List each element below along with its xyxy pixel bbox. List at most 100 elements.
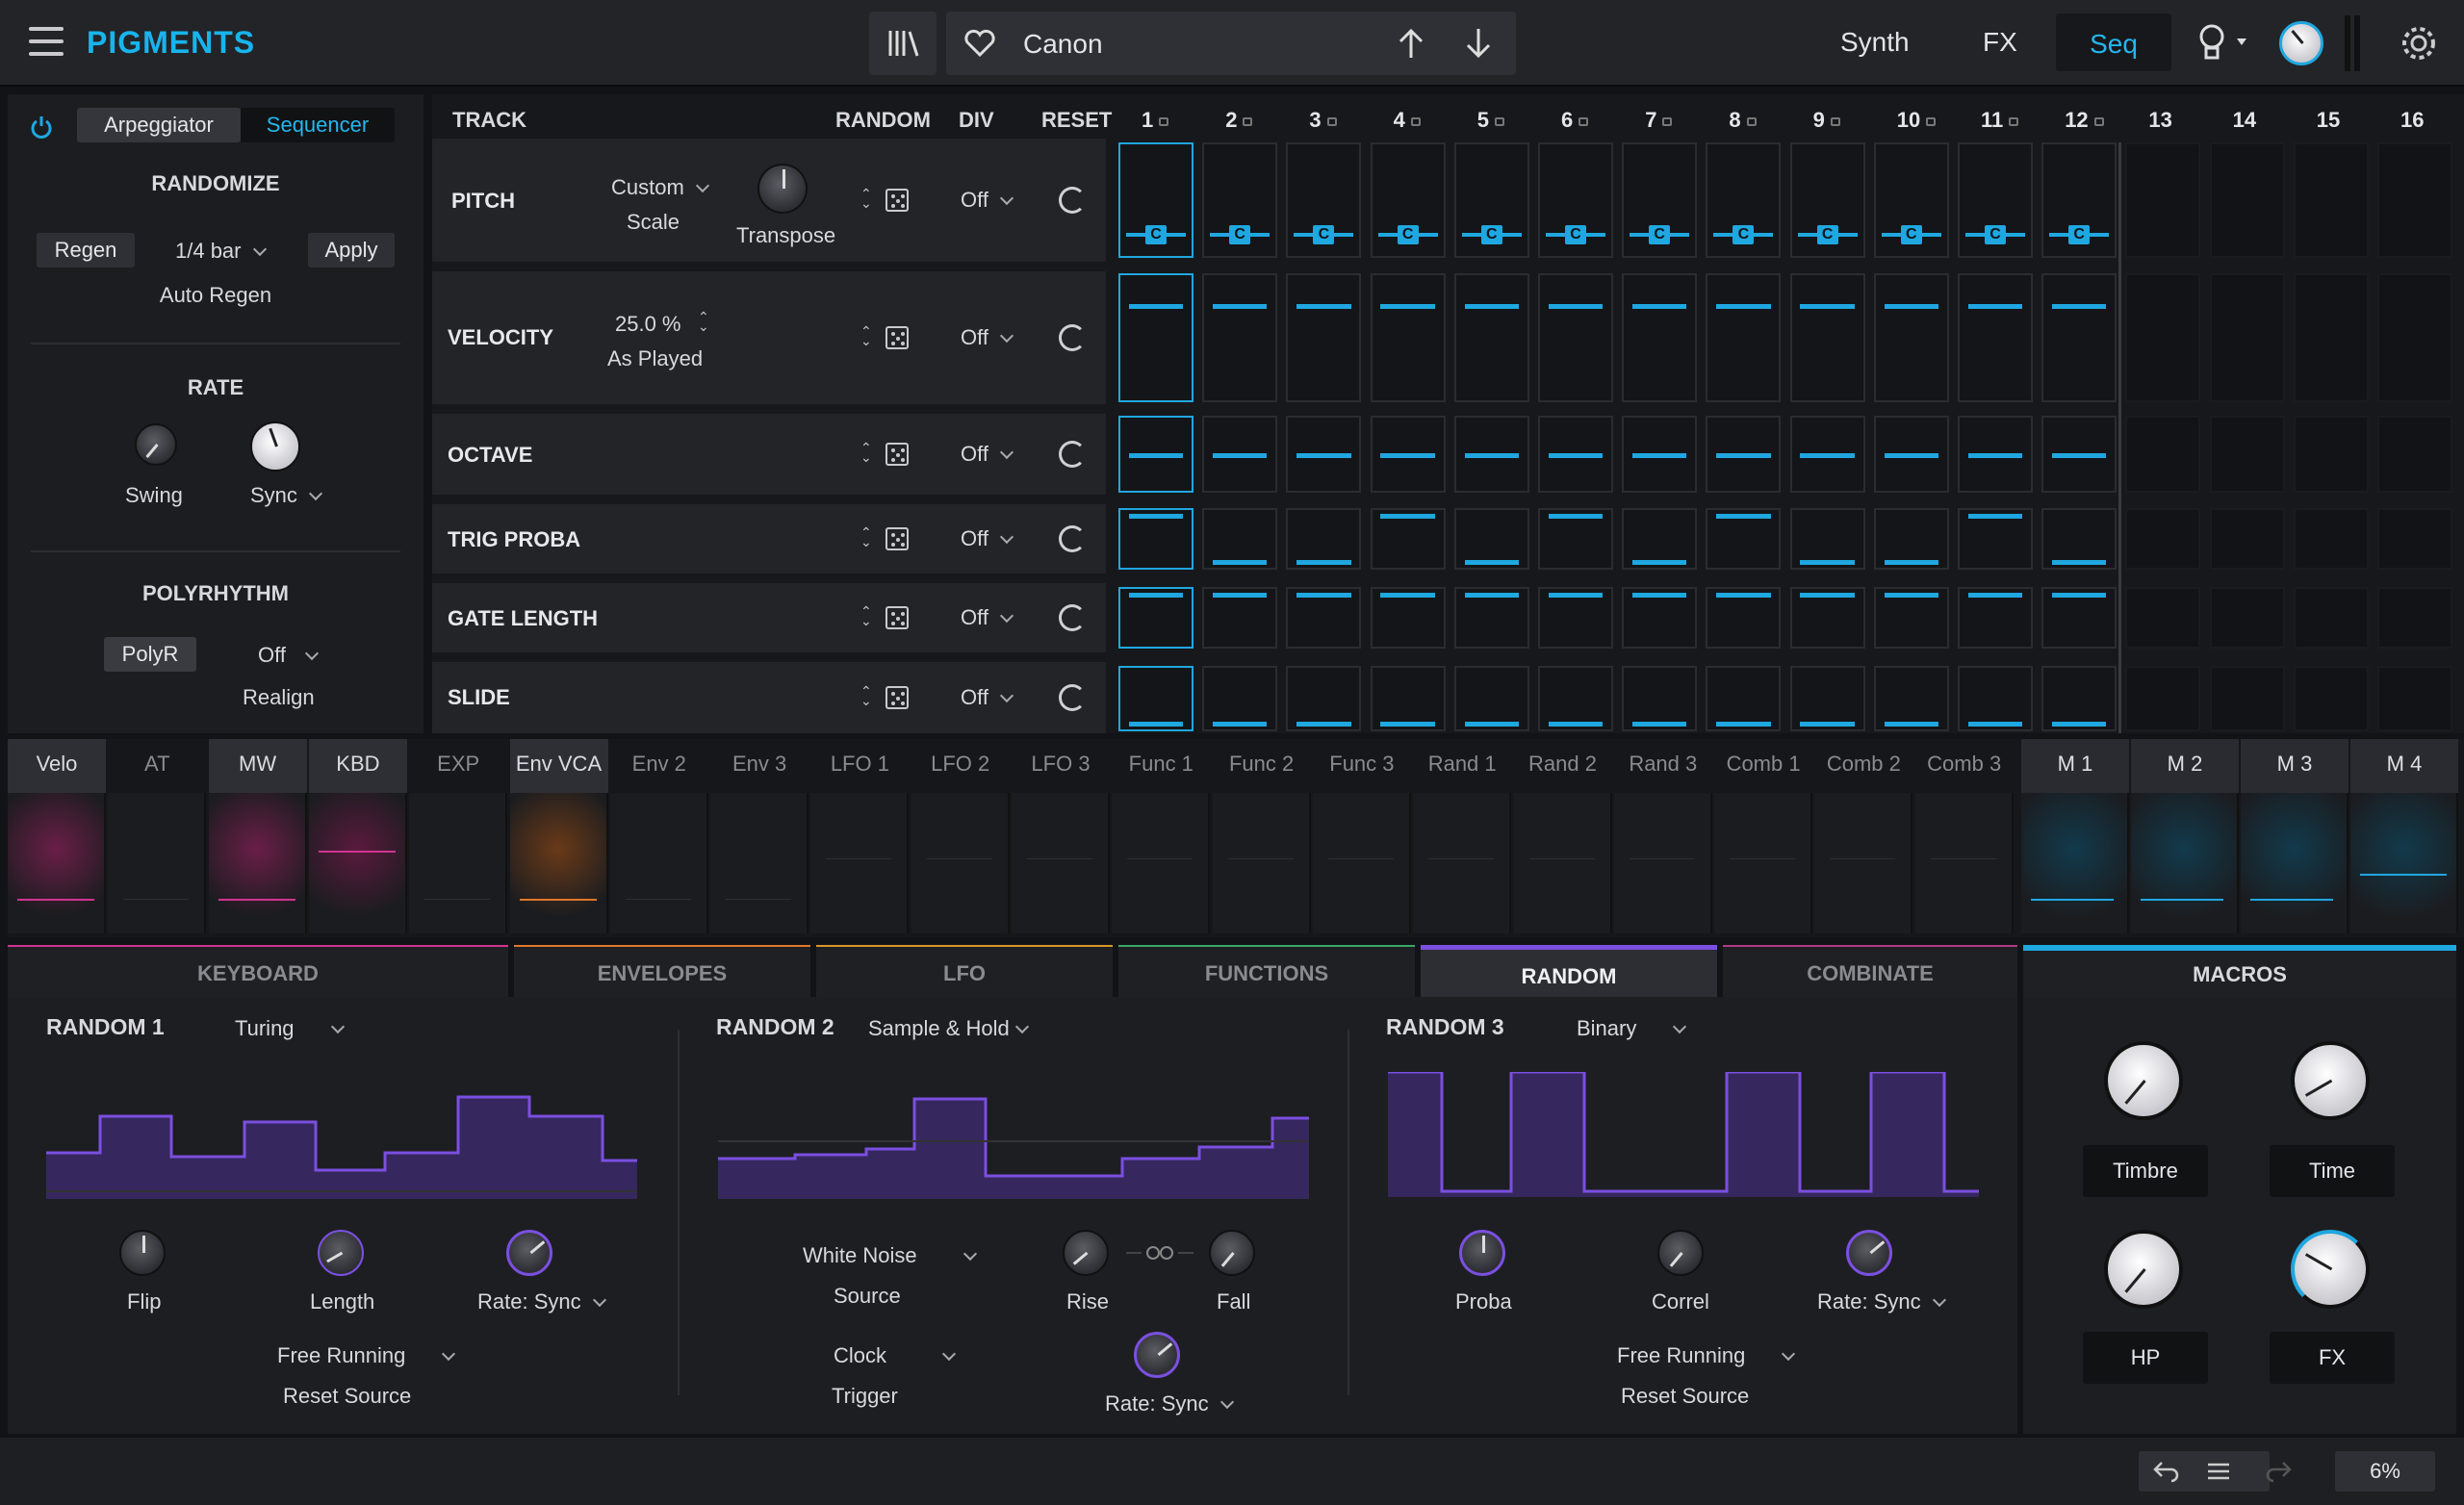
octave-reset-icon[interactable] <box>1059 441 1086 468</box>
octave-step-cell[interactable] <box>2041 416 2118 493</box>
polyr-value-select[interactable]: Off <box>258 643 320 668</box>
auto-regen-label[interactable]: Auto Regen <box>8 283 424 308</box>
mod-source-preview[interactable] <box>710 793 809 933</box>
slide-step-cell[interactable] <box>1706 666 1782 731</box>
mod-source-preview[interactable] <box>509 793 608 933</box>
step-number[interactable]: 15 <box>2317 108 2340 133</box>
pitch-step-cell[interactable]: C <box>1202 142 1278 258</box>
gate_length-div-select[interactable]: Off <box>961 605 1014 630</box>
mod-source-tab[interactable]: KBD <box>308 739 407 793</box>
gate_length-step-cell[interactable] <box>2125 587 2201 649</box>
mod-source-tab[interactable]: Comb 2 <box>1814 739 1912 793</box>
slide-step-cell[interactable] <box>1453 666 1529 731</box>
mod-source-preview[interactable] <box>911 793 1010 933</box>
octave-step-cell[interactable] <box>1538 416 1613 493</box>
velocity-step-cell[interactable] <box>1202 273 1278 402</box>
mod-source-tab[interactable]: EXP <box>409 739 507 793</box>
trig_proba-step-cell[interactable] <box>1622 508 1698 570</box>
random3-rate-knob[interactable] <box>1846 1230 1892 1276</box>
macro-source-tab[interactable]: M 2 <box>2131 739 2239 793</box>
undo-icon[interactable] <box>2152 1459 2181 1484</box>
trig_proba-dice-icon[interactable] <box>886 527 909 550</box>
gate_length-step-cell[interactable] <box>1958 587 2033 649</box>
trig_proba-step-cell[interactable] <box>1538 508 1613 570</box>
randomize-rate-select[interactable]: 1/4 bar <box>175 239 267 264</box>
swing-knob[interactable] <box>135 423 177 466</box>
mod-source-preview[interactable] <box>810 793 910 933</box>
mod-source-preview[interactable] <box>1212 793 1311 933</box>
mod-source-tab[interactable]: Rand 3 <box>1614 739 1712 793</box>
mod-source-tab[interactable]: Func 2 <box>1213 739 1311 793</box>
gate_length-reset-icon[interactable] <box>1059 604 1086 631</box>
lock-icon[interactable] <box>1326 116 1337 126</box>
step-number[interactable]: 11 <box>1981 108 2019 133</box>
gate_length-step-cell[interactable] <box>1370 587 1446 649</box>
section-tab-envelopes[interactable]: ENVELOPES <box>514 945 810 997</box>
pitch-step-cell[interactable]: C <box>1706 142 1782 258</box>
velocity-value-input[interactable]: 25.0 % <box>615 312 681 337</box>
slide-step-cell[interactable] <box>1370 666 1446 731</box>
slide-step-cell[interactable] <box>1202 666 1278 731</box>
random2-rate-knob[interactable] <box>1134 1332 1180 1378</box>
master-volume-knob[interactable] <box>2279 21 2323 65</box>
trig_proba-step-cell[interactable] <box>1706 508 1782 570</box>
velocity-step-cell[interactable] <box>1622 273 1698 402</box>
transpose-knob[interactable] <box>757 164 808 214</box>
mod-source-tab[interactable]: Env 3 <box>710 739 808 793</box>
step-number[interactable]: 12 <box>2065 108 2104 133</box>
preset-browser[interactable]: Canon <box>946 12 1516 75</box>
step-number[interactable]: 1 <box>1142 108 1169 133</box>
gate_length-step-cell[interactable] <box>2293 587 2369 649</box>
velocity-step-cell[interactable] <box>1538 273 1613 402</box>
trig_proba-step-cell[interactable] <box>1789 508 1865 570</box>
lock-icon[interactable] <box>1159 116 1169 126</box>
slide-step-cell[interactable] <box>1622 666 1698 731</box>
velocity-step-cell[interactable] <box>1453 273 1529 402</box>
mod-source-tab[interactable]: Comb 3 <box>1915 739 2014 793</box>
velocity-step-cell[interactable] <box>1958 273 2033 402</box>
mod-source-tab[interactable]: LFO 2 <box>911 739 1010 793</box>
mod-source-preview[interactable] <box>8 793 106 933</box>
correl-knob[interactable] <box>1657 1230 1704 1276</box>
velocity-step-cell[interactable] <box>1118 273 1194 402</box>
mod-source-preview[interactable] <box>609 793 708 933</box>
rise-knob[interactable] <box>1063 1230 1109 1276</box>
step-number[interactable]: 3 <box>1309 108 1337 133</box>
pitch-step-cell[interactable]: C <box>1958 142 2033 258</box>
mod-source-preview[interactable] <box>1513 793 1612 933</box>
trig_proba-step-cell[interactable] <box>2293 508 2369 570</box>
apply-button[interactable]: Apply <box>308 233 395 268</box>
fall-knob[interactable] <box>1209 1230 1255 1276</box>
macro-source-tab[interactable]: M 4 <box>2350 739 2458 793</box>
mod-source-tab[interactable]: Velo <box>8 739 106 793</box>
step-number[interactable]: 9 <box>1813 108 1840 133</box>
lock-icon[interactable] <box>1410 116 1421 126</box>
lightbulb-icon[interactable] <box>2194 21 2252 65</box>
slide-step-cell[interactable] <box>2293 666 2369 731</box>
velocity-dice-icon[interactable] <box>886 326 909 349</box>
pitch-step-cell[interactable]: C <box>1873 142 1949 258</box>
slide-step-cell[interactable] <box>1118 666 1194 731</box>
proba-knob[interactable] <box>1459 1230 1505 1276</box>
mod-source-preview[interactable] <box>108 793 207 933</box>
step-number[interactable]: 13 <box>2148 108 2171 133</box>
macro-source-preview[interactable] <box>2241 793 2348 933</box>
macro-source-tab[interactable]: M 1 <box>2021 739 2129 793</box>
mod-source-tab[interactable]: Env VCA <box>509 739 608 793</box>
mod-source-tab[interactable]: Func 3 <box>1313 739 1411 793</box>
octave-div-select[interactable]: Off <box>961 442 1014 467</box>
power-icon[interactable] <box>29 114 54 139</box>
menu-icon[interactable] <box>29 27 64 58</box>
arrow-up-icon[interactable] <box>1397 27 1425 60</box>
gate_length-step-cell[interactable] <box>1873 587 1949 649</box>
slide-step-cell[interactable] <box>1286 666 1362 731</box>
mod-source-tab[interactable]: LFO 1 <box>810 739 909 793</box>
octave-step-cell[interactable] <box>2293 416 2369 493</box>
pitch-step-cell[interactable]: C <box>1118 142 1194 258</box>
pitch-step-cell[interactable] <box>2377 142 2452 258</box>
pitch-step-cell[interactable]: C <box>1622 142 1698 258</box>
velocity-div-select[interactable]: Off <box>961 325 1014 350</box>
trigger-select[interactable]: Clock <box>834 1343 957 1368</box>
scale-select[interactable]: Custom <box>611 175 709 200</box>
sync-rate-knob[interactable] <box>250 421 300 472</box>
